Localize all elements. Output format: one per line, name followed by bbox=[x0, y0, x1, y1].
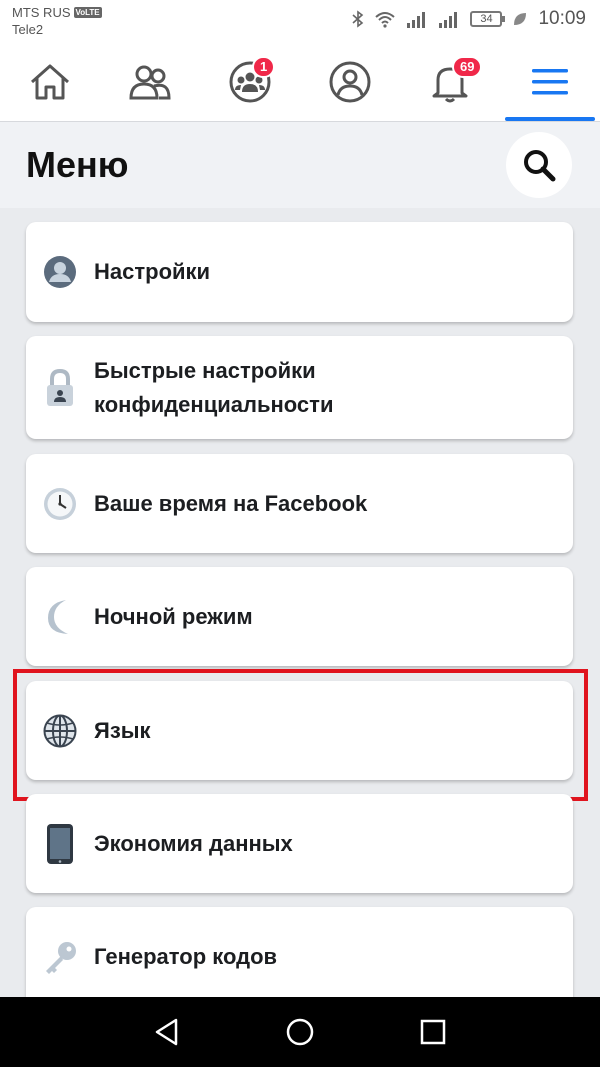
key-icon bbox=[46, 942, 76, 974]
menu-item-settings[interactable]: Настройки bbox=[26, 222, 573, 322]
back-button[interactable] bbox=[152, 1017, 182, 1047]
menu-item-label: Быстрые настройки конфиденциальности bbox=[94, 354, 333, 422]
clock-time: 10:09 bbox=[538, 8, 586, 29]
lock-icon bbox=[47, 368, 73, 406]
menu-item-label-line1: Быстрые настройки bbox=[94, 357, 316, 383]
hamburger-menu-icon bbox=[532, 69, 568, 95]
menu-item-time-on-facebook[interactable]: Ваше время на Facebook bbox=[26, 454, 573, 553]
top-nav-bar: 1 69 bbox=[0, 42, 600, 122]
home-icon bbox=[31, 64, 69, 100]
nav-menu[interactable] bbox=[500, 42, 600, 122]
carrier-name-2: Tele2 bbox=[12, 22, 44, 37]
settings-profile-icon bbox=[44, 256, 76, 288]
battery-indicator: 34 bbox=[470, 11, 506, 27]
nav-profile[interactable] bbox=[300, 42, 400, 122]
menu-item-label: Настройки bbox=[94, 259, 211, 284]
clock-icon bbox=[44, 487, 76, 520]
notifications-badge: 69 bbox=[452, 56, 483, 78]
wifi-icon bbox=[375, 12, 396, 28]
highlight-box bbox=[13, 669, 588, 801]
nav-friends[interactable] bbox=[100, 42, 200, 122]
volte-badge: VoLTE bbox=[73, 7, 102, 18]
nav-groups[interactable]: 1 bbox=[200, 42, 300, 122]
menu-item-privacy-shortcuts[interactable]: Быстрые настройки конфиденциальности bbox=[26, 336, 573, 439]
phone-icon bbox=[47, 823, 73, 864]
menu-item-label: Экономия данных bbox=[94, 830, 293, 856]
friends-icon bbox=[129, 65, 171, 100]
profile-icon bbox=[329, 61, 371, 103]
menu-item-dark-mode[interactable]: Ночной режим bbox=[26, 567, 573, 666]
menu-item-label: Генератор кодов bbox=[94, 944, 278, 969]
status-icons: 34 10:09 bbox=[352, 8, 586, 30]
system-nav-bar bbox=[0, 997, 600, 1067]
active-tab-indicator bbox=[505, 117, 595, 121]
nav-home[interactable] bbox=[0, 42, 100, 122]
search-button[interactable] bbox=[506, 132, 572, 198]
bluetooth-icon bbox=[352, 10, 364, 28]
leaf-icon bbox=[514, 13, 527, 25]
groups-badge: 1 bbox=[252, 56, 276, 78]
status-bar: MTS RUS VoLTE Tele2 34 10:09 bbox=[0, 0, 600, 42]
menu-item-label: Ваше время на Facebook bbox=[94, 490, 368, 516]
back-icon bbox=[155, 1018, 178, 1046]
signal-icon-1 bbox=[407, 12, 426, 28]
moon-icon bbox=[48, 599, 68, 634]
recents-icon bbox=[420, 1019, 446, 1045]
search-icon bbox=[524, 150, 556, 182]
page-title: Меню bbox=[26, 144, 129, 185]
menu-item-label-line2: конфиденциальности bbox=[94, 391, 334, 417]
nav-notifications[interactable]: 69 bbox=[400, 42, 500, 122]
carrier-primary: MTS RUS VoLTE bbox=[12, 5, 102, 20]
battery-level: 34 bbox=[480, 13, 493, 25]
menu-item-label: Ночной режим bbox=[94, 603, 253, 629]
home-button[interactable] bbox=[285, 1017, 315, 1047]
carrier-name-1: MTS RUS bbox=[12, 5, 71, 20]
signal-icon-2 bbox=[439, 12, 458, 28]
recents-button[interactable] bbox=[418, 1017, 448, 1047]
menu-header: Меню bbox=[0, 122, 600, 208]
menu-item-data-saver[interactable]: Экономия данных bbox=[26, 794, 573, 893]
home-circle-icon bbox=[286, 1018, 314, 1046]
